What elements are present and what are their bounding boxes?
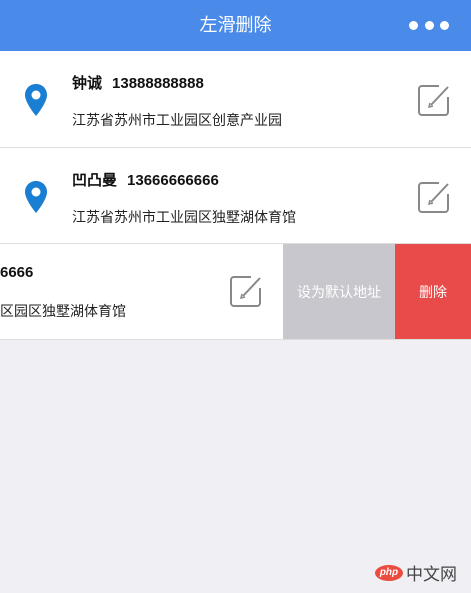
delete-button[interactable]: 删除	[395, 244, 471, 339]
contact-phone: 13666666666	[127, 172, 219, 189]
contact-line: 钟诚 13888888888	[72, 72, 204, 93]
location-pin-icon	[25, 181, 47, 213]
app-header: 左滑删除	[0, 0, 471, 51]
location-pin-icon	[25, 84, 47, 116]
edit-icon[interactable]	[229, 274, 263, 308]
contact-phone: 6666	[0, 264, 34, 281]
edit-icon[interactable]	[417, 83, 451, 117]
address-row[interactable]: 凹凸曼 13666666666 江苏省苏州市工业园区独墅湖体育馆	[0, 148, 471, 244]
address-text: 区园区独墅湖体育馆	[0, 303, 126, 319]
more-menu-button[interactable]	[409, 18, 449, 32]
address-text: 江苏省苏州市工业园区独墅湖体育馆	[72, 209, 296, 225]
contact-name: 凹凸曼	[72, 172, 118, 189]
address-row[interactable]: 钟诚 13888888888 江苏省苏州市工业园区创意产业园	[0, 51, 471, 148]
contact-name: 钟诚	[72, 75, 103, 92]
page-title: 左滑删除	[199, 15, 272, 35]
more-dot-icon	[424, 20, 434, 30]
address-text: 江苏省苏州市工业园区创意产业园	[72, 112, 282, 128]
php-logo: php	[375, 564, 403, 581]
set-default-address-button[interactable]: 设为默认地址	[283, 244, 395, 339]
address-row-swiped[interactable]: 6666 区园区独墅湖体育馆 设为默认地址 删除	[0, 244, 471, 340]
watermark: php 中文网	[375, 560, 457, 585]
contact-line: 凹凸曼 13666666666	[72, 169, 219, 190]
swiped-row-content: 6666 区园区独墅湖体育馆	[0, 244, 286, 339]
watermark-text: 中文网	[406, 565, 457, 584]
contact-phone: 13888888888	[112, 75, 204, 92]
edit-icon[interactable]	[417, 180, 451, 214]
address-list: 钟诚 13888888888 江苏省苏州市工业园区创意产业园 凹凸曼 1366666…	[0, 51, 471, 340]
more-dot-icon	[409, 20, 418, 30]
more-dot-icon	[440, 20, 449, 30]
